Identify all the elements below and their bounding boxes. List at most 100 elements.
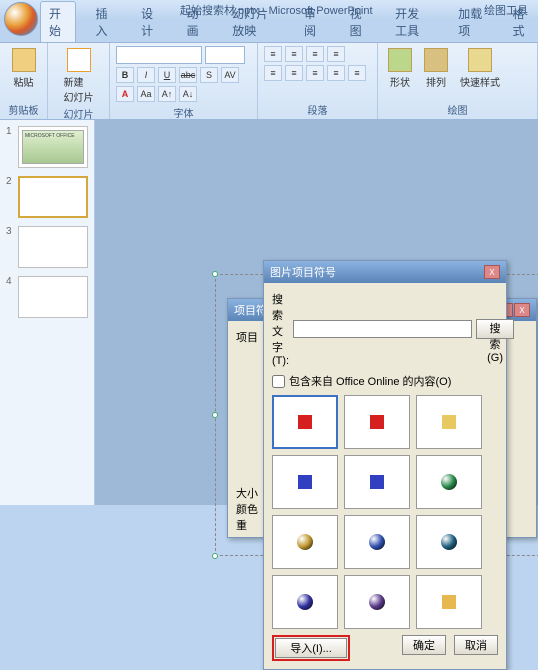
tab-slideshow[interactable]: 幻灯片放映 bbox=[224, 2, 284, 42]
bullet-option-6[interactable] bbox=[272, 515, 338, 569]
indent-dec-button[interactable]: ≡ bbox=[306, 46, 324, 62]
picture-bullet-title: 图片项目符号 bbox=[270, 264, 336, 280]
numbering-button[interactable]: ≡ bbox=[285, 46, 303, 62]
underline-button[interactable]: U bbox=[158, 67, 176, 83]
square-bullet-icon bbox=[370, 415, 384, 429]
new-slide-icon bbox=[67, 48, 91, 72]
tab-insert[interactable]: 插入 bbox=[88, 2, 122, 42]
context-tab-label: 绘图工具 bbox=[484, 2, 528, 18]
font-size-select[interactable] bbox=[205, 46, 245, 64]
thumb-3-img bbox=[18, 226, 88, 268]
bullet-option-2[interactable] bbox=[416, 395, 482, 449]
quick-styles-button[interactable]: 快速样式 bbox=[456, 46, 504, 91]
picture-bullet-title-bar[interactable]: 图片项目符号 X bbox=[264, 261, 506, 283]
thumb-4[interactable]: 4 bbox=[6, 276, 88, 318]
arrange-icon bbox=[424, 48, 448, 72]
sphere-bullet-icon bbox=[297, 594, 313, 610]
bullet-grid bbox=[272, 395, 498, 629]
search-button[interactable]: 搜索(G) bbox=[476, 319, 514, 339]
columns-button[interactable]: ≡ bbox=[348, 65, 366, 81]
square-bullet-icon bbox=[442, 415, 456, 429]
picture-bullet-close[interactable]: X bbox=[484, 265, 500, 279]
bullet-option-10[interactable] bbox=[344, 575, 410, 629]
slide-canvas[interactable]: 项目符号和编号 ? X 项目 大小 颜色 重 图片项目符号 X 搜索文字( bbox=[95, 120, 538, 505]
square-bullet-icon bbox=[370, 475, 384, 489]
align-center-button[interactable]: ≡ bbox=[285, 65, 303, 81]
sphere-bullet-icon bbox=[369, 534, 385, 550]
strike-button[interactable]: abc bbox=[179, 67, 197, 83]
align-right-button[interactable]: ≡ bbox=[306, 65, 324, 81]
quick-styles-icon bbox=[468, 48, 492, 72]
tab-anim[interactable]: 动画 bbox=[179, 2, 213, 42]
paragraph-label: 段落 bbox=[264, 102, 371, 117]
group-clipboard: 粘贴 剪贴板 bbox=[0, 43, 48, 119]
workspace: 1 MICROSOFT OFFICE 2 3 4 项目符号和编号 bbox=[0, 120, 538, 505]
ribbon: 粘贴 剪贴板 新建 幻灯片 幻灯片 B I U abc S AV A Aa A↑… bbox=[0, 42, 538, 120]
import-button[interactable]: 导入(I)... bbox=[275, 638, 347, 658]
include-online-label: 包含来自 Office Online 的内容(O) bbox=[289, 373, 451, 389]
picture-bullet-dialog: 图片项目符号 X 搜索文字(T): 搜索(G) 包含来自 Office Onli… bbox=[263, 260, 507, 670]
search-input[interactable] bbox=[293, 320, 472, 338]
sphere-bullet-icon bbox=[369, 594, 385, 610]
bullet-option-5[interactable] bbox=[416, 455, 482, 509]
office-button[interactable] bbox=[4, 2, 38, 36]
group-font: B I U abc S AV A Aa A↑ A↓ 字体 bbox=[110, 43, 258, 119]
thumb-1[interactable]: 1 MICROSOFT OFFICE bbox=[6, 126, 88, 168]
sphere-bullet-icon bbox=[441, 534, 457, 550]
bullet-option-0[interactable] bbox=[272, 395, 338, 449]
cancel-button[interactable]: 取消 bbox=[454, 635, 498, 655]
grow-font-button[interactable]: A↑ bbox=[158, 86, 176, 102]
tab-view[interactable]: 视图 bbox=[342, 2, 376, 42]
shrink-font-button[interactable]: A↓ bbox=[179, 86, 197, 102]
font-family-select[interactable] bbox=[116, 46, 202, 64]
bullets-button[interactable]: ≡ bbox=[264, 46, 282, 62]
sphere-bullet-icon bbox=[441, 474, 457, 490]
back-dialog-close[interactable]: X bbox=[514, 303, 530, 317]
font-label: 字体 bbox=[116, 105, 251, 120]
bullet-option-3[interactable] bbox=[272, 455, 338, 509]
bold-button[interactable]: B bbox=[116, 67, 134, 83]
bullet-option-1[interactable] bbox=[344, 395, 410, 449]
tab-design[interactable]: 设计 bbox=[133, 2, 167, 42]
tab-home[interactable]: 开始 bbox=[40, 1, 76, 42]
arrange-button[interactable]: 排列 bbox=[420, 46, 452, 91]
group-paragraph: ≡ ≡ ≡ ≡ ≡ ≡ ≡ ≡ ≡ 段落 bbox=[258, 43, 378, 119]
ok-button[interactable]: 确定 bbox=[402, 635, 446, 655]
slide-panel[interactable]: 1 MICROSOFT OFFICE 2 3 4 bbox=[0, 120, 95, 505]
align-left-button[interactable]: ≡ bbox=[264, 65, 282, 81]
sphere-bullet-icon bbox=[297, 534, 313, 550]
italic-button[interactable]: I bbox=[137, 67, 155, 83]
justify-button[interactable]: ≡ bbox=[327, 65, 345, 81]
square-bullet-icon bbox=[442, 595, 456, 609]
thumb-2[interactable]: 2 bbox=[6, 176, 88, 218]
search-label: 搜索文字(T): bbox=[272, 291, 289, 367]
square-bullet-icon bbox=[298, 475, 312, 489]
thumb-4-img bbox=[18, 276, 88, 318]
shapes-button[interactable]: 形状 bbox=[384, 46, 416, 91]
square-bullet-icon bbox=[298, 415, 312, 429]
import-highlight: 导入(I)... bbox=[272, 635, 350, 661]
bullet-option-9[interactable] bbox=[272, 575, 338, 629]
drawing-label: 绘图 bbox=[384, 102, 531, 117]
bullet-option-7[interactable] bbox=[344, 515, 410, 569]
indent-inc-button[interactable]: ≡ bbox=[327, 46, 345, 62]
clipboard-label: 剪贴板 bbox=[6, 102, 41, 117]
include-online-checkbox[interactable] bbox=[272, 375, 285, 388]
spacing-button[interactable]: AV bbox=[221, 67, 239, 83]
bullet-option-8[interactable] bbox=[416, 515, 482, 569]
tab-review[interactable]: 审阅 bbox=[296, 2, 330, 42]
group-slides: 新建 幻灯片 幻灯片 bbox=[48, 43, 110, 119]
thumb-2-img bbox=[18, 176, 88, 218]
ribbon-tabs: 开始 插入 设计 动画 幻灯片放映 审阅 视图 开发工具 加载项 格式 bbox=[0, 20, 538, 42]
bullet-option-11[interactable] bbox=[416, 575, 482, 629]
tab-dev[interactable]: 开发工具 bbox=[387, 2, 438, 42]
thumb-3[interactable]: 3 bbox=[6, 226, 88, 268]
paste-button[interactable]: 粘贴 bbox=[6, 46, 41, 91]
paste-icon bbox=[12, 48, 36, 72]
new-slide-button[interactable]: 新建 幻灯片 bbox=[54, 46, 103, 106]
bullet-option-4[interactable] bbox=[344, 455, 410, 509]
font-color-button[interactable]: A bbox=[116, 86, 134, 102]
shapes-icon bbox=[388, 48, 412, 72]
shadow-button[interactable]: S bbox=[200, 67, 218, 83]
change-case-button[interactable]: Aa bbox=[137, 86, 155, 102]
